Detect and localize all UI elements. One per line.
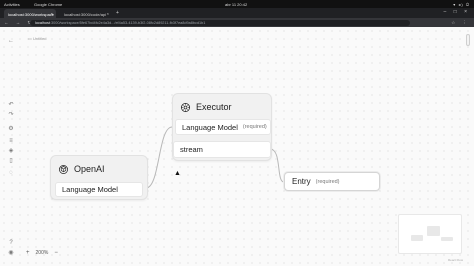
zoom-out-button[interactable]: − [54,250,58,256]
executor-node[interactable]: Executor Language Model (required) strea… [172,93,272,161]
minimap[interactable] [398,214,462,254]
node-title: Executor [196,102,232,112]
browser-tab-workspace[interactable]: localhost:3000/workspace × [4,9,56,18]
bookmark-icon[interactable]: ▯ [6,157,16,165]
minimap-attribution: React Flow [448,258,464,262]
left-toolbar: ← ↶ ↷ ⚙ ≡ ◈ ▯ ◌ ? ◉ [0,27,22,266]
node-title: OpenAI [74,164,105,174]
tab-label: localhost:3000/code/api [64,11,107,17]
activities-button[interactable]: Activities [4,2,20,7]
breadcrumb-label: Untitled [32,36,47,41]
layers-icon[interactable]: ◈ [6,147,16,155]
field-label: stream [180,145,203,154]
node-header: OpenAI [51,156,147,182]
entry-label: Entry [292,177,311,186]
close-icon[interactable]: × [107,11,109,16]
close-icon[interactable]: × [51,11,53,16]
url-host: localhost [35,20,50,25]
active-app-name[interactable]: Google Chrome [34,2,62,7]
back-arrow-icon[interactable]: ← [6,37,16,45]
field-label: Language Model [182,122,238,132]
help-icon[interactable]: ? [6,239,16,247]
extension-icons[interactable]: ☆ ⋮ [451,20,470,26]
breadcrumb[interactable]: ▭ Untitled [28,36,46,41]
os-top-bar: Activities Google Chrome abr 11 20:42 ▾ … [0,0,474,8]
redo-icon[interactable]: ↷ [6,111,16,119]
required-tag: (required) [242,124,267,130]
settings-icon[interactable]: ⚙ [6,125,16,133]
browser-toolbar: ← → ↻ localhost:3000/workspace/5fe67bd4f… [0,18,474,27]
minimap-node [441,237,453,241]
output-field-language-model[interactable]: Language Model [55,182,143,197]
browser-tab-strip: localhost:3000/workspace × localhost:300… [0,8,474,18]
window-controls[interactable]: – □ × [444,9,471,15]
minimap-node [411,235,423,241]
user-icon[interactable]: ◉ [6,249,16,257]
new-tab-icon[interactable]: + [116,10,119,16]
scroll-indicator[interactable] [466,34,470,46]
openai-logo-icon [59,164,68,174]
input-field-language-model[interactable]: Language Model (required) [175,119,271,135]
chat-icon[interactable]: ◌ [6,169,16,177]
required-tag: (required) [315,178,340,185]
clock[interactable]: abr 11 20:42 [225,2,247,7]
mouse-cursor-icon: ▲ [174,170,181,177]
tab-label: localhost:3000/workspace [8,11,55,17]
openai-node[interactable]: OpenAI Language Model [50,155,148,200]
url-path: :3000/workspace/5fe67bd4fc2e4a3d.../ef4a… [50,20,206,25]
browser-tab-code[interactable]: localhost:3000/code/api × [60,9,112,18]
field-label: Language Model [62,185,118,194]
undo-icon[interactable]: ↶ [6,101,16,109]
system-tray[interactable]: ▾ ◂) ⏻ [453,2,470,7]
executor-gear-icon [181,102,190,112]
node-header: Executor [173,94,271,120]
zoom-controls: + 200% − [26,250,58,256]
zoom-in-button[interactable]: + [26,250,30,256]
output-field-stream[interactable]: stream [173,141,271,158]
zoom-level: 200% [35,250,49,256]
database-icon[interactable]: ≡ [6,137,16,145]
address-bar[interactable]: localhost:3000/workspace/5fe67bd4fc2e4a3… [30,19,410,26]
minimap-node [427,226,440,236]
entry-node[interactable]: Entry (required) [284,172,380,191]
